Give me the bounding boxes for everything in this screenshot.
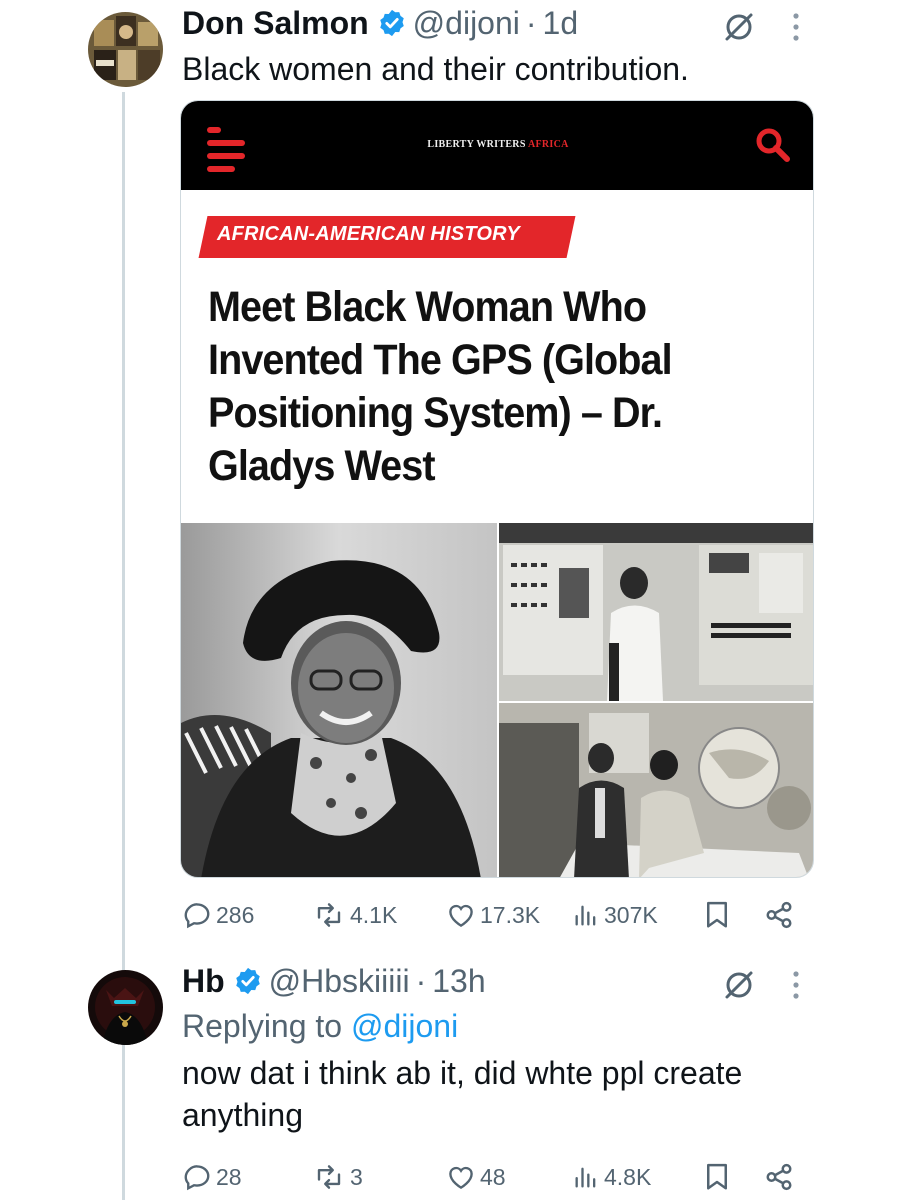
views-button[interactable]: 307K <box>572 900 658 930</box>
replying-to: Replying to @dijoni <box>182 1006 458 1046</box>
avatar[interactable] <box>88 12 163 87</box>
share-icon <box>766 1163 792 1191</box>
like-count: 17.3K <box>480 901 541 928</box>
replying-to-prefix: Replying to <box>182 1008 351 1044</box>
reply-count: 286 <box>216 901 255 928</box>
views-count: 4.8K <box>604 1163 652 1190</box>
site-header: LIBERTY WRITERS AFRICA <box>181 101 813 190</box>
lab-photo-top <box>499 523 813 701</box>
more-icon[interactable] <box>792 970 800 1000</box>
separator: · <box>525 5 537 41</box>
like-button[interactable]: 48 <box>446 1162 506 1192</box>
verified-badge-icon <box>235 967 260 995</box>
tweet-text: Black women and their contribution. <box>182 51 689 87</box>
tweet-text: now dat i think ab it, did whte ppl crea… <box>182 1055 743 1133</box>
views-button[interactable]: 4.8K <box>572 1162 651 1192</box>
replying-to-mention[interactable]: @dijoni <box>351 1008 458 1044</box>
tweet-header: Don Salmon @dijoni · 1d <box>182 4 578 42</box>
header-actions <box>722 10 800 44</box>
share-button[interactable] <box>764 900 794 930</box>
lab-photo-bottom <box>499 703 813 877</box>
category-label: AFRICAN-AMERICAN HISTORY <box>217 223 520 245</box>
views-count: 307K <box>604 901 658 928</box>
like-button[interactable]: 17.3K <box>446 900 540 930</box>
site-name-accent: AFRICA <box>527 139 569 150</box>
reply-button[interactable]: 28 <box>182 1162 242 1192</box>
bookmark-icon <box>707 1163 727 1190</box>
site-name-prefix: LIBERTY WRITERS <box>427 139 528 150</box>
repost-icon <box>317 1165 341 1189</box>
handle[interactable]: @Hbskiiiii <box>269 962 410 1000</box>
like-icon <box>449 904 473 927</box>
share-icon <box>766 901 792 929</box>
verified-badge-icon <box>379 9 404 37</box>
menu-icon <box>207 127 245 179</box>
article-headline: Meet Black Woman Who Invented The GPS (G… <box>208 283 673 490</box>
views-icon <box>575 1167 596 1188</box>
search-icon <box>756 128 790 162</box>
reply-icon <box>184 903 210 929</box>
header-actions <box>722 968 800 1002</box>
repost-button[interactable]: 4.1K <box>312 900 397 930</box>
handle[interactable]: @dijoni <box>413 4 520 42</box>
tweet-header: Hb @Hbskiiiii · 13h <box>182 962 486 1000</box>
like-count: 48 <box>480 1163 506 1190</box>
reply-button[interactable]: 286 <box>182 900 254 930</box>
repost-count: 3 <box>350 1163 363 1190</box>
reply-icon <box>184 1165 210 1191</box>
like-icon <box>449 1166 473 1189</box>
display-name[interactable]: Hb <box>182 962 225 1000</box>
avatar[interactable] <box>88 970 163 1045</box>
grok-icon[interactable] <box>722 968 756 1002</box>
timestamp[interactable]: 1d <box>543 4 579 42</box>
portrait-photo <box>181 523 497 877</box>
repost-count: 4.1K <box>350 901 398 928</box>
separator: · <box>415 963 427 999</box>
repost-button[interactable]: 3 <box>312 1162 363 1192</box>
reply-count: 28 <box>216 1163 242 1190</box>
article-card[interactable]: LIBERTY WRITERS AFRICA AFRICAN-AMERICAN … <box>180 100 814 878</box>
display-name[interactable]: Don Salmon <box>182 4 369 42</box>
bookmark-icon <box>707 901 727 928</box>
more-icon[interactable] <box>792 12 800 42</box>
timestamp[interactable]: 13h <box>432 962 485 1000</box>
repost-icon <box>317 903 341 927</box>
views-icon <box>575 905 596 926</box>
share-button[interactable] <box>764 1162 794 1192</box>
grok-icon[interactable] <box>722 10 756 44</box>
bookmark-button[interactable] <box>704 1162 730 1192</box>
site-logo: LIBERTY WRITERS AFRICA <box>181 139 813 150</box>
bookmark-button[interactable] <box>704 900 730 930</box>
